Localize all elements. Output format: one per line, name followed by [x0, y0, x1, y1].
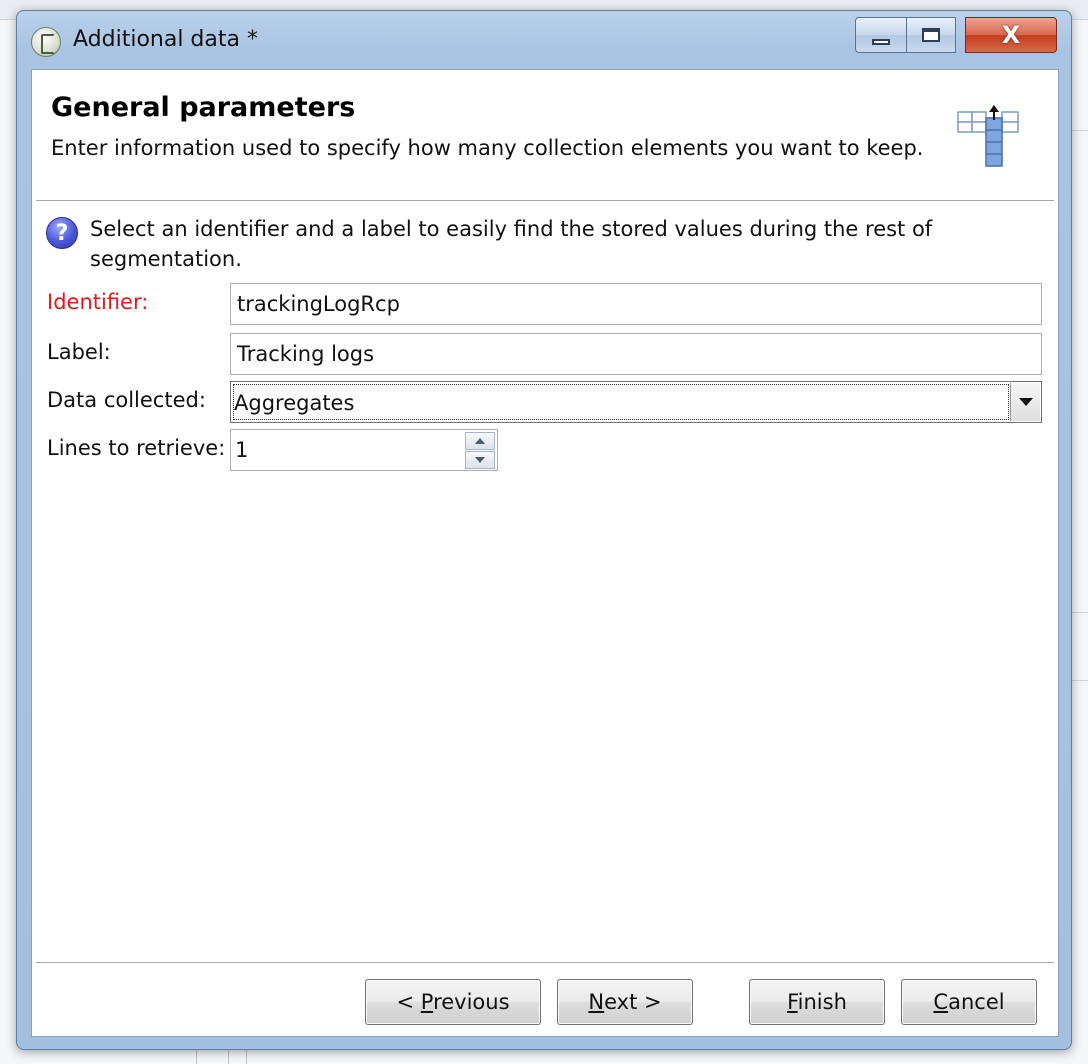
minimize-button[interactable]	[855, 17, 907, 53]
finish-button-text-rest: inish	[797, 990, 847, 1014]
identifier-label: Identifier:	[47, 290, 149, 314]
page-title: General parameters	[51, 92, 356, 123]
header-separator	[36, 200, 1054, 202]
window-title: Additional data *	[73, 27, 258, 52]
app-icon	[31, 27, 61, 57]
cancel-button[interactable]: Cancel	[901, 979, 1037, 1025]
previous-button-text-rest: revious	[433, 990, 510, 1014]
dropdown-arrow-button[interactable]	[1010, 383, 1040, 421]
chevron-down-icon	[1018, 398, 1033, 406]
next-button-mnemonic: N	[588, 990, 605, 1014]
close-button[interactable]: X	[965, 17, 1057, 53]
maximize-icon	[922, 28, 940, 42]
page-subtitle: Enter information used to specify how ma…	[51, 136, 924, 160]
data-collected-select[interactable]: Aggregates	[230, 381, 1042, 423]
label-input[interactable]: Tracking logs	[230, 333, 1042, 375]
arrow-up-icon	[475, 438, 485, 444]
help-icon: ?	[46, 217, 78, 249]
background-divider	[1072, 612, 1088, 613]
help-text: Select an identifier and a label to easi…	[90, 217, 933, 271]
minimize-icon	[872, 39, 890, 45]
title-bar[interactable]: Additional data * X	[17, 11, 1071, 69]
arrow-down-icon	[475, 457, 485, 463]
next-button-text-rest: ext >	[604, 990, 662, 1014]
maximize-button[interactable]	[906, 17, 956, 53]
data-collected-label: Data collected:	[47, 388, 206, 412]
next-button[interactable]: Next >	[557, 979, 693, 1025]
dialog-content: General parameters Enter information use…	[31, 69, 1059, 1037]
footer-separator	[36, 962, 1054, 964]
identifier-input[interactable]: trackingLogRcp	[230, 283, 1042, 325]
lines-to-retrieve-spinner[interactable]: 1	[230, 429, 498, 471]
cancel-button-mnemonic: C	[933, 990, 949, 1014]
data-collected-value: Aggregates	[233, 384, 1009, 420]
previous-button-mnemonic: P	[420, 990, 434, 1014]
close-icon: X	[1001, 21, 1021, 49]
cancel-button-text-rest: ancel	[948, 990, 1005, 1014]
spinner-increment-button[interactable]	[465, 432, 495, 450]
previous-button-text: <	[396, 990, 421, 1014]
wizard-header: General parameters Enter information use…	[32, 70, 1058, 200]
previous-button[interactable]: < Previous	[365, 979, 541, 1025]
finish-button-mnemonic: F	[787, 990, 798, 1014]
table-column-icon	[957, 105, 1019, 167]
background-divider	[1072, 680, 1088, 681]
lines-to-retrieve-value: 1	[235, 438, 249, 462]
spinner-decrement-button[interactable]	[465, 451, 495, 469]
dialog-window: Additional data * X General parameters E…	[16, 10, 1072, 1050]
lines-to-retrieve-label: Lines to retrieve:	[47, 436, 226, 460]
finish-button[interactable]: Finish	[749, 979, 885, 1025]
background-divider	[1072, 130, 1088, 131]
label-field-label: Label:	[47, 340, 111, 364]
